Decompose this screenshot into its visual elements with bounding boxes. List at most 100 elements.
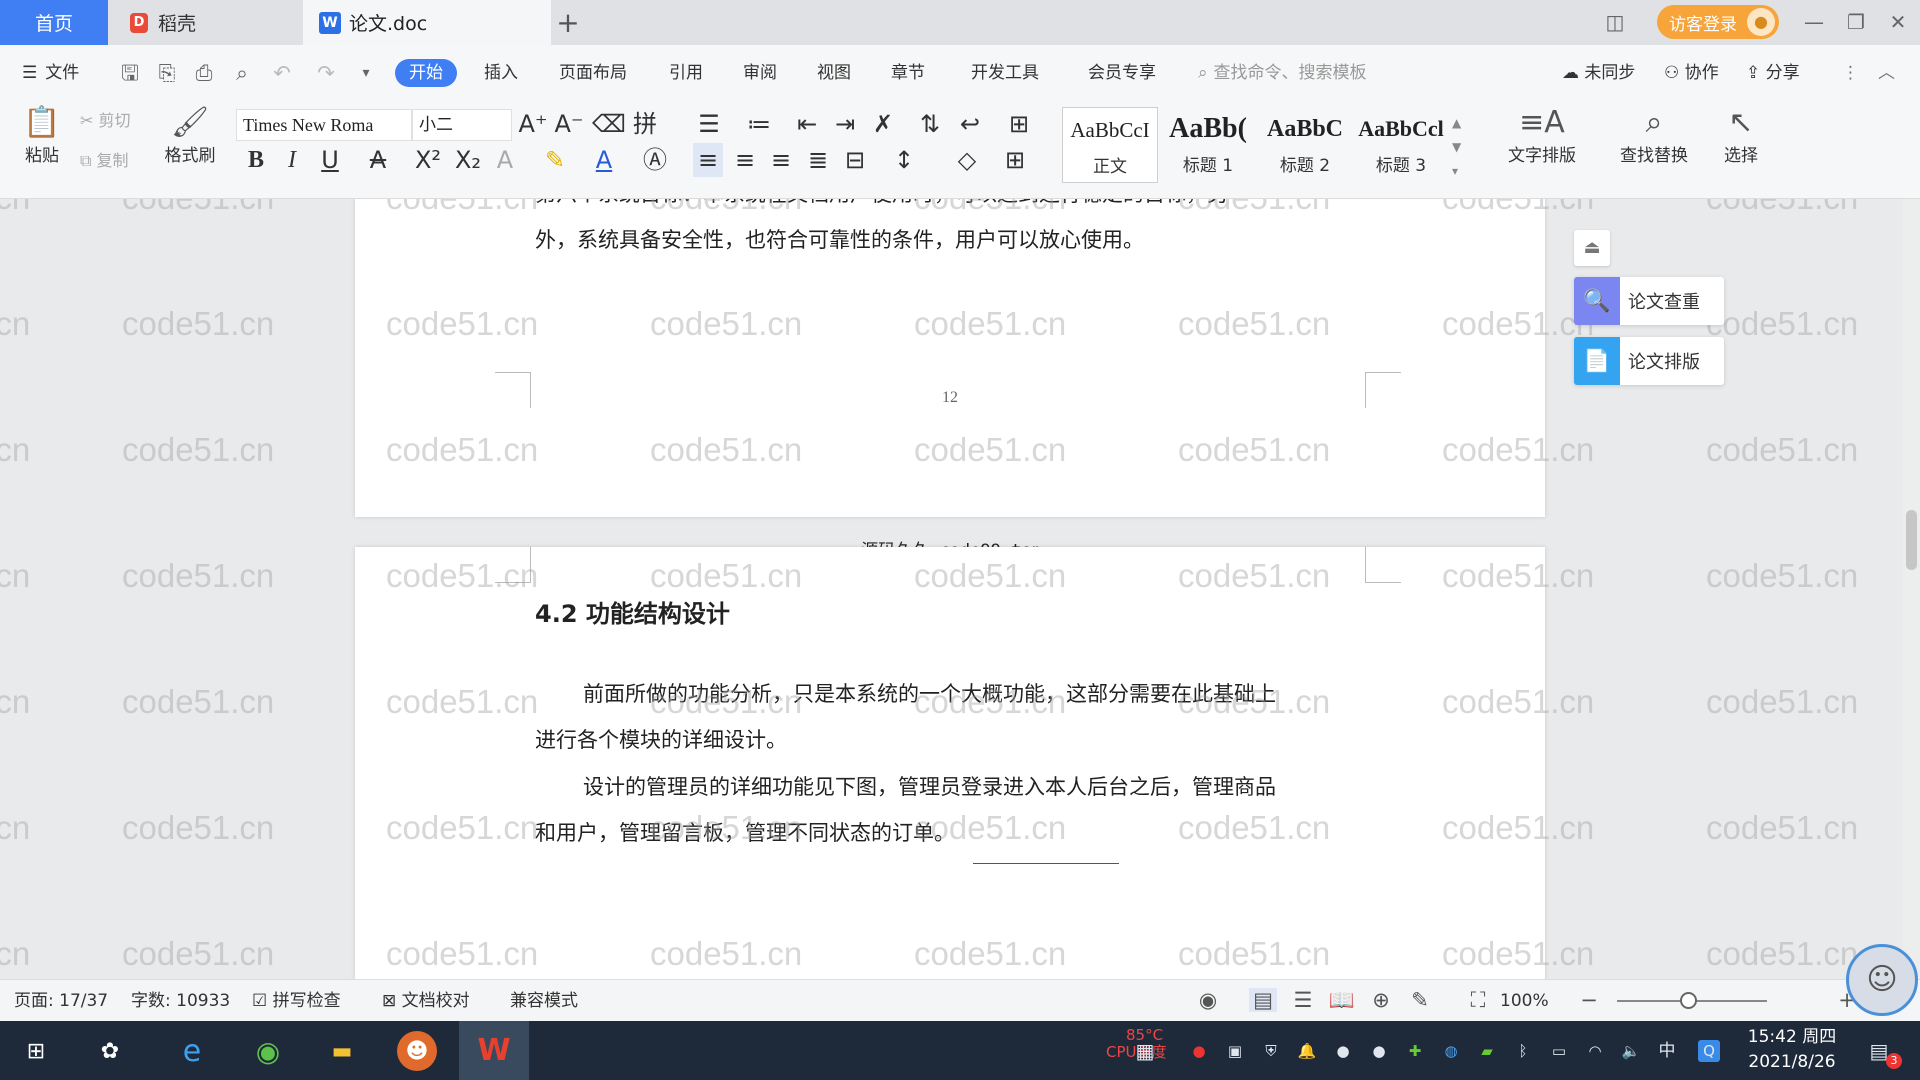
monitor-icon[interactable]: ▦ xyxy=(1134,1040,1156,1062)
app-mascot-icon[interactable]: ☻ xyxy=(397,1031,437,1071)
layout-switch-icon[interactable]: ◫ xyxy=(1600,8,1630,36)
bullet-list-icon[interactable]: ☰ xyxy=(694,107,724,141)
page-view-icon[interactable]: ▤ xyxy=(1249,988,1277,1012)
tray-app-icon[interactable]: ● xyxy=(1332,1040,1354,1062)
command-search[interactable]: ⌕ 查找命令、搜索模板 xyxy=(1198,59,1367,87)
print-icon[interactable]: ⎙ xyxy=(190,59,218,87)
text-layout-button[interactable]: ≡A 文字排版 xyxy=(1494,105,1590,166)
tab-daoke[interactable]: D 稻壳 xyxy=(110,0,300,45)
style-normal[interactable]: AaBbCcI 正文 xyxy=(1062,107,1158,183)
scrollbar-thumb[interactable] xyxy=(1906,510,1917,570)
tray-app-icon[interactable]: ● xyxy=(1368,1040,1390,1062)
undo-icon[interactable]: ↶ xyxy=(268,59,296,87)
tray-app-icon[interactable]: ✚ xyxy=(1404,1040,1426,1062)
underline-icon[interactable]: U xyxy=(315,143,345,177)
line-spacing-icon[interactable]: ↕ xyxy=(889,143,919,177)
menu-start[interactable]: 开始 xyxy=(395,59,457,87)
format-painter-button[interactable]: 🖌 格式刷 xyxy=(158,105,222,166)
write-view-icon[interactable]: ✎ xyxy=(1406,988,1434,1012)
redo-icon[interactable]: ↷ xyxy=(312,59,340,87)
menu-review[interactable]: 审阅 xyxy=(743,59,777,87)
browser-icon[interactable]: ◉ xyxy=(248,1031,288,1071)
menu-insert[interactable]: 插入 xyxy=(484,59,518,87)
wps-taskbar-icon[interactable]: W xyxy=(459,1021,529,1080)
print-preview-icon[interactable]: ⌕ xyxy=(228,59,256,87)
shrink-font-icon[interactable]: A⁻ xyxy=(554,107,584,141)
guest-login-button[interactable]: 访客登录 ● xyxy=(1657,5,1779,39)
cut-button[interactable]: ✂ 剪切 xyxy=(80,107,154,131)
outline-view-icon[interactable]: ☰ xyxy=(1289,988,1317,1012)
assistant-bubble-icon[interactable]: ☺ xyxy=(1846,944,1918,1016)
text-effect-icon[interactable]: A xyxy=(490,143,520,177)
phonetic-icon[interactable]: 拼 xyxy=(630,107,660,141)
bold-icon[interactable]: B xyxy=(241,143,271,177)
document-page-12[interactable]: 第六个系统目标：本系统在文档用户使用时，可以达到运行稳定的目标，另 外，系统具备… xyxy=(355,199,1545,517)
tray-app-icon[interactable]: ▣ xyxy=(1224,1040,1246,1062)
collapse-ribbon-icon[interactable]: ︿ xyxy=(1878,59,1895,87)
minimize-button[interactable]: — xyxy=(1796,8,1832,36)
font-color-icon[interactable]: A xyxy=(589,143,619,177)
style-heading-2[interactable]: AaBbC 标题 2 xyxy=(1257,107,1353,183)
italic-icon[interactable]: I xyxy=(277,143,307,177)
bluetooth-icon[interactable]: ᛒ xyxy=(1512,1040,1534,1062)
system-clock[interactable]: 15:42 周四 2021/8/26 xyxy=(1740,1025,1844,1075)
web-view-icon[interactable]: ⊕ xyxy=(1367,988,1395,1012)
export-icon[interactable]: ⎘ xyxy=(153,59,181,87)
align-left-icon[interactable]: ≡ xyxy=(693,143,723,177)
table-tool-icon[interactable]: ⊞ xyxy=(1004,107,1034,141)
find-replace-button[interactable]: ⌕ 查找替换 xyxy=(1606,105,1702,166)
tab-document[interactable]: W 论文.doc xyxy=(303,0,551,45)
copy-button[interactable]: ⧉ 复制 xyxy=(80,147,154,171)
file-menu[interactable]: ☰ 文件 xyxy=(22,59,79,87)
customize-dropdown-icon[interactable]: ▾ xyxy=(352,59,380,87)
battery-icon[interactable]: ▭ xyxy=(1548,1040,1570,1062)
tray-app-icon[interactable]: Q xyxy=(1698,1040,1720,1062)
justify-icon[interactable]: ≣ xyxy=(803,143,833,177)
save-icon[interactable]: 🖫 xyxy=(116,59,144,87)
reading-view-icon[interactable]: 📖 xyxy=(1328,988,1356,1013)
ime-indicator[interactable]: 中 xyxy=(1656,1040,1678,1062)
increase-indent-icon[interactable]: ⇥ xyxy=(830,107,860,141)
borders-icon[interactable]: ⊞ xyxy=(1000,143,1030,177)
menu-view[interactable]: 视图 xyxy=(817,59,851,87)
strikethrough-icon[interactable]: A xyxy=(363,143,393,177)
wifi-icon[interactable]: ◠ xyxy=(1584,1040,1606,1062)
shield-icon[interactable]: ⛨ xyxy=(1260,1040,1282,1062)
menu-member[interactable]: 会员专享 xyxy=(1088,59,1156,87)
sync-button[interactable]: ☁ 未同步 xyxy=(1562,59,1635,87)
menu-developer[interactable]: 开发工具 xyxy=(971,59,1039,87)
app-icon[interactable]: ✿ xyxy=(90,1031,130,1071)
thesis-layout-button[interactable]: 📄 论文排版 xyxy=(1574,337,1724,385)
align-center-icon[interactable]: ≡ xyxy=(730,143,760,177)
superscript-icon[interactable]: X² xyxy=(413,143,443,177)
highlight-icon[interactable]: ✎ xyxy=(540,143,570,177)
paste-button[interactable]: 📋 粘贴 xyxy=(14,105,70,166)
spell-check-button[interactable]: ☑ 拼写检查 xyxy=(252,990,341,1012)
windows-start-icon[interactable]: ⊞ xyxy=(16,1031,56,1071)
zoom-level[interactable]: 100% xyxy=(1500,990,1549,1012)
document-page-13[interactable]: 4.2 功能结构设计 前面所做的功能分析，只是本系统的一个大概功能，这部分需要在… xyxy=(355,547,1545,979)
style-heading-3[interactable]: AaBbCcl 标题 3 xyxy=(1353,107,1449,183)
menu-references[interactable]: 引用 xyxy=(669,59,703,87)
font-size-select[interactable]: 小二 xyxy=(412,109,512,141)
tab-home[interactable]: 首页 xyxy=(0,0,108,45)
collaborate-button[interactable]: ⚇ 协作 xyxy=(1664,59,1719,87)
word-count[interactable]: 字数: 10933 xyxy=(131,990,230,1012)
font-name-select[interactable]: Times New Roma xyxy=(236,109,412,141)
bell-icon[interactable]: 🔔 xyxy=(1296,1040,1318,1062)
fit-page-icon[interactable]: ⛶ xyxy=(1464,988,1492,1013)
clear-format-icon[interactable]: ⌫ xyxy=(592,107,626,141)
zoom-out-icon[interactable]: − xyxy=(1575,988,1603,1012)
thesis-check-button[interactable]: 🔍 论文查重 xyxy=(1574,277,1724,325)
show-marks-icon[interactable]: ↩ xyxy=(955,107,985,141)
select-button[interactable]: ↖ 选择 xyxy=(1712,105,1770,166)
numbered-list-icon[interactable]: ≔ xyxy=(744,107,774,141)
menu-page-layout[interactable]: 页面布局 xyxy=(559,59,627,87)
page-indicator[interactable]: 页面: 17/37 xyxy=(14,990,108,1012)
ie-browser-icon[interactable]: e xyxy=(172,1031,212,1071)
subscript-icon[interactable]: X₂ xyxy=(453,143,483,177)
shading-icon[interactable]: ◇ xyxy=(952,143,982,177)
proofread-button[interactable]: ⊠ 文档校对 xyxy=(382,990,470,1012)
vertical-scrollbar[interactable] xyxy=(1903,199,1920,979)
close-button[interactable]: ✕ xyxy=(1880,8,1916,36)
